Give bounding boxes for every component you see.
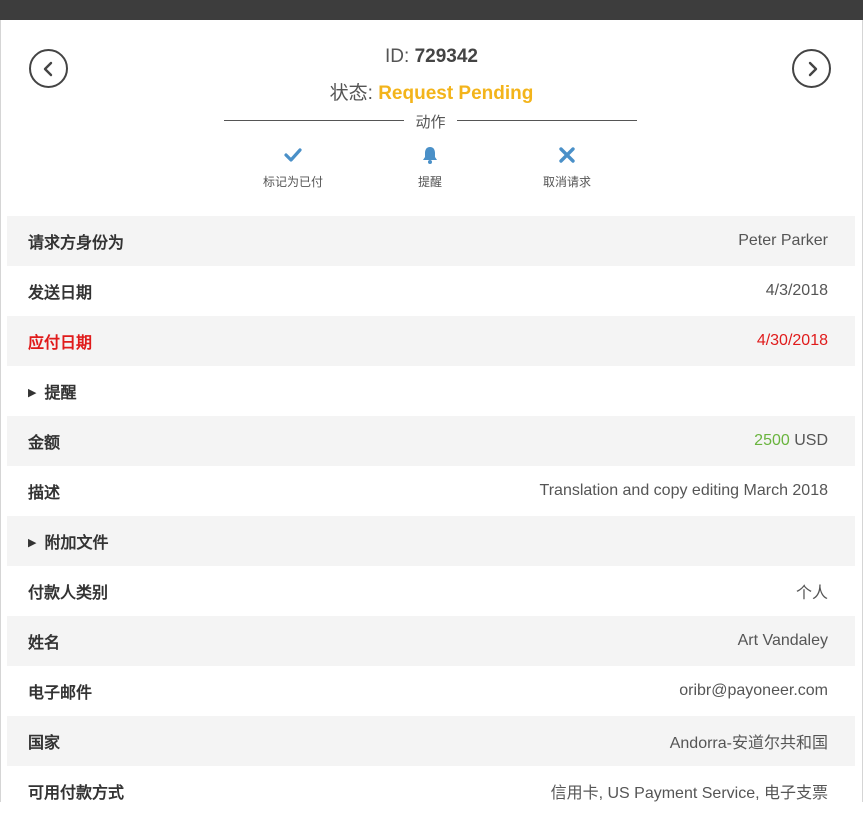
top-bar <box>0 0 863 20</box>
detail-row-name: 姓名 Art Vandaley <box>7 616 855 666</box>
request-id-value: 729342 <box>414 46 478 67</box>
cancel-request-label: 取消请求 <box>542 175 591 189</box>
request-status: 状态: Request Pending <box>0 78 863 105</box>
triangle-right-icon: ▶ <box>28 537 37 549</box>
mark-as-paid-label: 标记为已付 <box>262 175 323 189</box>
payer-type-label: 付款人类别 <box>28 585 109 602</box>
name-label: 姓名 <box>28 635 61 652</box>
requester-label: 请求方身份为 <box>28 235 125 252</box>
actions-divider: 动作 <box>224 110 637 132</box>
description-value: Translation and copy editing March 2018 <box>539 482 828 499</box>
actions-title: 动作 <box>415 114 446 131</box>
reminders-label: 提醒 <box>44 385 77 402</box>
remind-button[interactable]: 提醒 <box>375 143 485 190</box>
status-badge: Request Pending <box>378 83 534 104</box>
attachments-header: ▶ 附加文件 <box>28 529 108 553</box>
due-date-label: 应付日期 <box>28 335 93 352</box>
status-label: 状态: <box>329 83 373 104</box>
mark-as-paid-button[interactable]: 标记为已付 <box>238 143 348 190</box>
amount-value-group: 2500 USD <box>754 432 828 450</box>
payer-type-value: 个人 <box>795 585 828 602</box>
attachments-label: 附加文件 <box>44 535 109 552</box>
cancel-request-button[interactable]: 取消请求 <box>512 143 622 190</box>
detail-row-requester: 请求方身份为 Peter Parker <box>7 216 855 266</box>
request-id-label: ID: <box>385 46 410 67</box>
request-id: ID: 729342 <box>0 46 863 68</box>
divider-line-right <box>457 120 637 121</box>
description-label: 描述 <box>28 485 61 502</box>
email-value: oribr@payoneer.com <box>679 682 828 699</box>
bell-icon <box>423 147 437 164</box>
remind-label: 提醒 <box>417 175 442 189</box>
detail-row-payment-methods: 可用付款方式 信用卡, US Payment Service, 电子支票 <box>7 766 855 816</box>
reminders-header: ▶ 提醒 <box>28 379 76 403</box>
check-icon <box>284 148 302 162</box>
detail-row-sent-date: 发送日期 4/3/2018 <box>7 266 855 316</box>
email-label: 电子邮件 <box>28 685 93 702</box>
x-icon <box>559 147 575 163</box>
amount-value: 2500 <box>754 432 790 449</box>
name-value: Art Vandaley <box>737 632 828 649</box>
country-label: 国家 <box>28 735 61 752</box>
payment-methods-label: 可用付款方式 <box>28 785 125 802</box>
detail-row-payer-type: 付款人类别 个人 <box>7 566 855 616</box>
requester-value: Peter Parker <box>738 232 828 249</box>
due-date-value: 4/30/2018 <box>756 332 828 349</box>
sent-date-value: 4/3/2018 <box>765 282 828 299</box>
payment-methods-value: 信用卡, US Payment Service, 电子支票 <box>550 785 828 802</box>
amount-label: 金额 <box>28 435 61 452</box>
detail-row-amount: 金额 2500 USD <box>7 416 855 466</box>
detail-row-email: 电子邮件 oribr@payoneer.com <box>7 666 855 716</box>
triangle-right-icon: ▶ <box>28 387 37 399</box>
detail-row-due-date: 应付日期 4/30/2018 <box>7 316 855 366</box>
country-value: Andorra-安道尔共和国 <box>669 735 828 752</box>
sent-date-label: 发送日期 <box>28 285 93 302</box>
amount-currency: USD <box>794 432 828 449</box>
attachments-toggle[interactable]: ▶ 附加文件 <box>7 516 855 566</box>
reminders-toggle[interactable]: ▶ 提醒 <box>7 366 855 416</box>
detail-row-country: 国家 Andorra-安道尔共和国 <box>7 716 855 766</box>
details-list: 请求方身份为 Peter Parker 发送日期 4/3/2018 应付日期 4… <box>7 216 855 816</box>
detail-row-description: 描述 Translation and copy editing March 20… <box>7 466 855 516</box>
